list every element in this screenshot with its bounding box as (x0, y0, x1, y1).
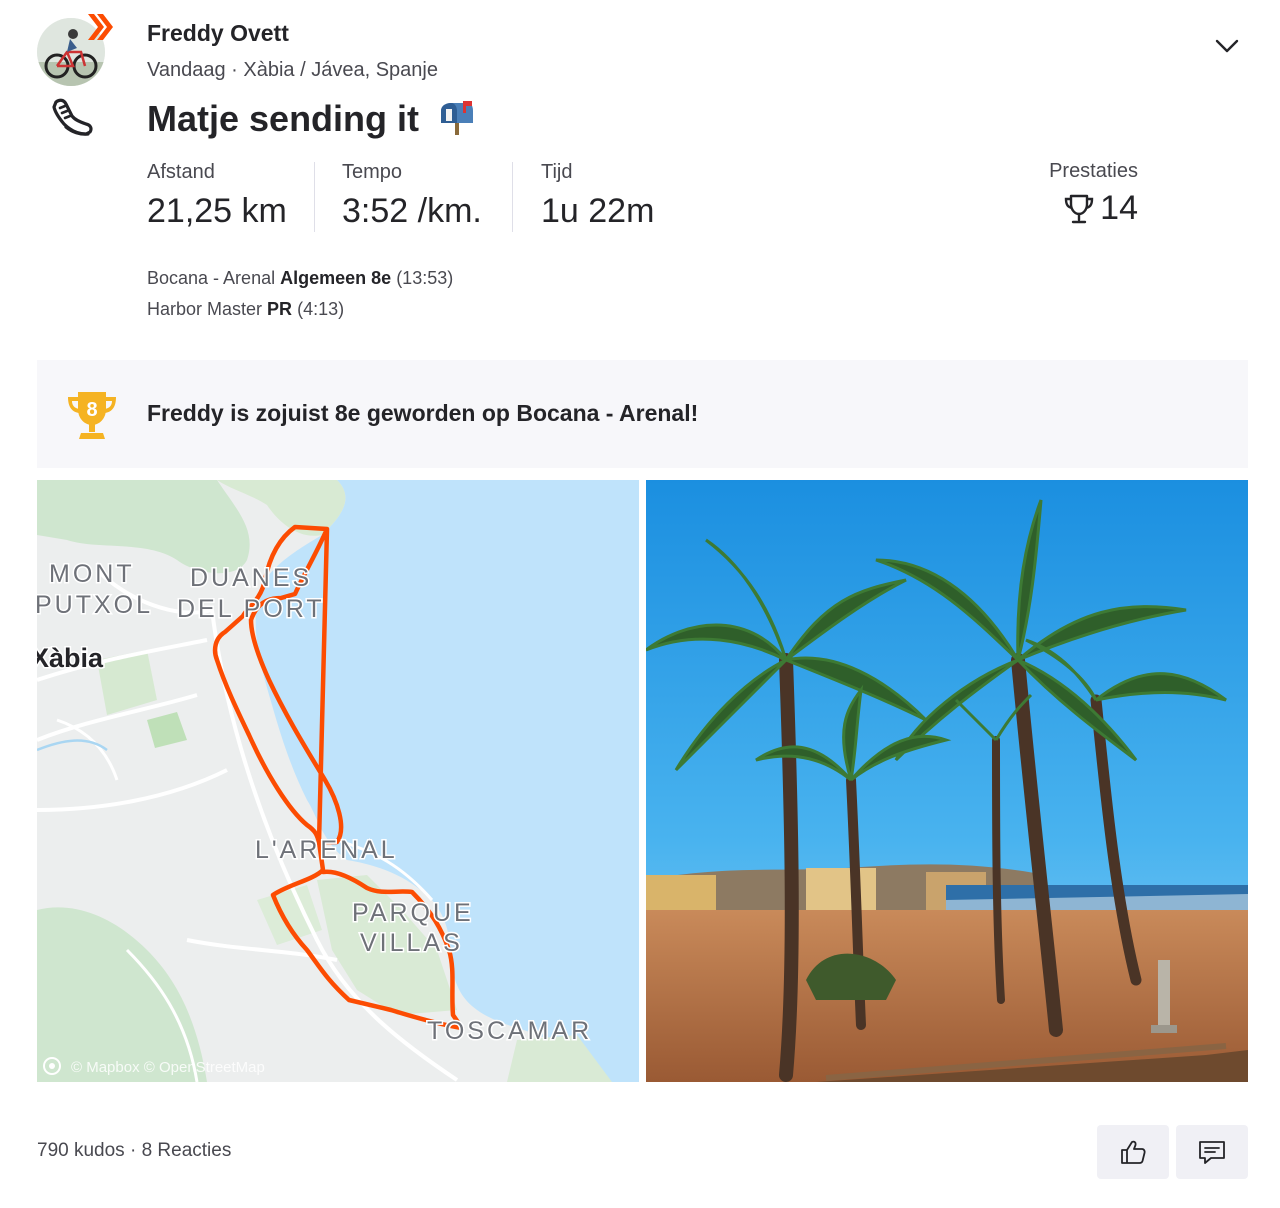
activity-title[interactable]: Matje sending it (147, 98, 475, 140)
trophy-icon (1064, 194, 1094, 223)
achievements-label: Prestaties (1049, 160, 1138, 182)
segment-row[interactable]: Bocana - Arenal Algemeen 8e (13:53) (147, 263, 453, 294)
meta-separator: · (231, 59, 238, 81)
stat-divider (512, 162, 513, 232)
social-separator: · (129, 1140, 137, 1161)
add-comment-button[interactable] (1176, 1125, 1248, 1179)
map-label-arenal: L'ARENAL (255, 836, 398, 864)
segment-row[interactable]: Harbor Master PR (4:13) (147, 294, 453, 325)
achievements-count: 14 (1100, 189, 1138, 227)
activity-title-text: Matje sending it (147, 98, 420, 139)
segment-time: (4:13) (297, 299, 345, 319)
activity-photo[interactable] (646, 480, 1248, 1082)
thumbs-up-icon (1121, 1140, 1146, 1164)
segment-efforts: Bocana - Arenal Algemeen 8e (13:53) Harb… (147, 263, 453, 325)
stat-time-label: Tijd (541, 161, 573, 183)
map-label-duanes: DUANES (190, 564, 312, 592)
gold-trophy-icon: 8 (68, 392, 116, 439)
comment-icon (1199, 1141, 1225, 1164)
trophy-rank: 8 (86, 399, 97, 421)
stat-time: Tijd 1u 22m (541, 161, 654, 231)
map-label-del-port: DEL PORT (177, 595, 325, 623)
achievements-value: 14 (1030, 189, 1138, 228)
map-label-parque: PARQUE (352, 899, 474, 927)
running-shoe-icon (52, 98, 93, 136)
kudos-count[interactable]: 790 kudos (37, 1140, 125, 1161)
map-label-villas: VILLAS (360, 929, 463, 957)
map-attribution[interactable]: © Mapbox © OpenStreetMap (71, 1059, 265, 1076)
segment-time: (13:53) (396, 268, 454, 288)
achievements[interactable]: Prestaties 14 (1030, 160, 1138, 228)
activity-date: Vandaag (147, 59, 226, 81)
segment-result: Algemeen 8e (280, 268, 392, 288)
segment-result: PR (267, 299, 293, 319)
map-label-xabia: Xàbia (37, 643, 104, 673)
segment-name: Bocana - Arenal (147, 268, 276, 288)
route-map[interactable]: MONT PUTXOL DUANES DEL PORT L'ARENAL PAR… (37, 480, 639, 1082)
stat-pace: Tempo 3:52 /km. (342, 161, 482, 231)
stat-distance: Afstand 21,25 km (147, 161, 287, 231)
stat-distance-value: 21,25 km (147, 192, 287, 230)
subscriber-chevron-icon (88, 14, 113, 40)
comments-count[interactable]: 8 Reacties (142, 1140, 232, 1161)
stat-distance-label: Afstand (147, 161, 215, 183)
give-kudos-button[interactable] (1097, 1125, 1169, 1179)
map-label-putxol: PUTXOL (37, 591, 153, 619)
stat-divider (314, 162, 315, 232)
stat-pace-value: 3:52 /km. (342, 192, 482, 230)
stat-pace-label: Tempo (342, 161, 403, 183)
activity-meta: Vandaag · Xàbia / Jávea, Spanje (147, 59, 438, 82)
achievement-banner: 8 Freddy is zojuist 8e geworden op Bocan… (37, 360, 1248, 468)
map-label-toscamar: TOSCAMAR (427, 1017, 592, 1045)
chevron-down-icon[interactable] (1211, 32, 1243, 60)
activity-location: Xàbia / Jávea, Spanje (243, 59, 438, 81)
map-label-mont: MONT (49, 560, 135, 588)
mailbox-icon (441, 101, 474, 135)
banner-text: Freddy is zojuist 8e geworden op Bocana … (147, 400, 699, 426)
athlete-name[interactable]: Freddy Ovett (147, 20, 289, 47)
stat-time-value: 1u 22m (541, 192, 655, 230)
social-summary: 790 kudos · 8 Reacties (37, 1140, 231, 1162)
segment-name: Harbor Master (147, 299, 263, 319)
